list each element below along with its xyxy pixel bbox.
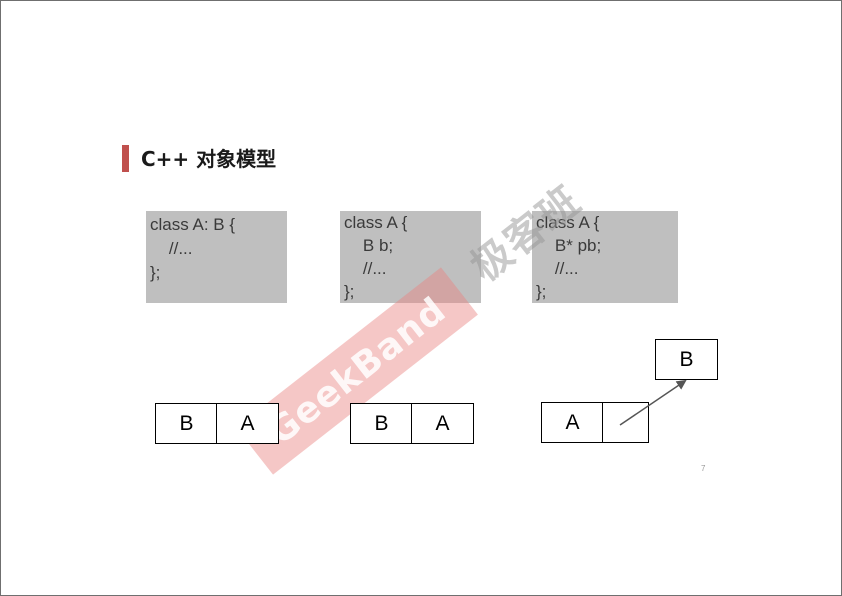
slide: C++ 对象模型 class A: B { //... }; class A {… bbox=[0, 0, 842, 596]
pointer-arrow bbox=[619, 379, 687, 426]
page-number: 7 bbox=[701, 464, 706, 473]
